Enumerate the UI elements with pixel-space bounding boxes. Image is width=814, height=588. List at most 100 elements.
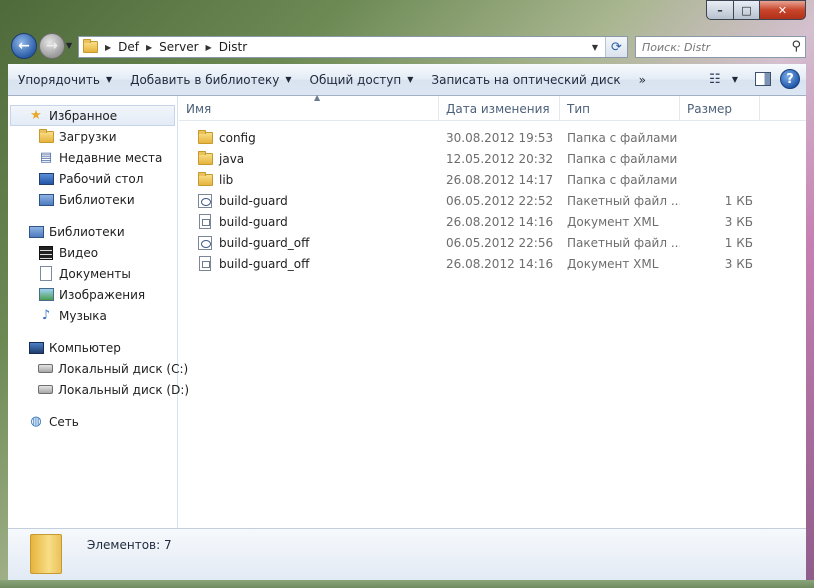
- view-dropdown[interactable]: ▼: [732, 75, 738, 84]
- burn-label: Записать на оптический диск: [431, 72, 621, 87]
- address-bar[interactable]: ▶ Def ▶ Server ▶ Distr ▼ ⟳: [78, 36, 628, 58]
- help-icon: ?: [786, 71, 794, 87]
- sidebar-item-desktop[interactable]: Рабочий стол: [8, 168, 177, 189]
- sidebar-item-documents[interactable]: Документы: [8, 263, 177, 284]
- sidebar-item-label: Загрузки: [59, 129, 117, 144]
- share-button[interactable]: Общий доступ ▼: [300, 64, 422, 95]
- file-type: Папка с файлами: [567, 151, 678, 166]
- window-controls: – □ ✕: [706, 0, 806, 20]
- organize-label: Упорядочить: [18, 72, 100, 87]
- star-icon: ★: [30, 108, 42, 123]
- breadcrumb-separator[interactable]: ▶: [206, 43, 212, 52]
- xml-file-icon: [197, 256, 213, 272]
- library-icon: [38, 192, 54, 208]
- refresh-icon: ⟳: [611, 39, 622, 55]
- table-row[interactable]: build-guard 26.08.2012 14:16 Документ XM…: [179, 211, 806, 232]
- column-header-date[interactable]: Дата изменения: [439, 96, 560, 121]
- breadcrumb-separator[interactable]: ▶: [146, 43, 152, 52]
- sidebar-item-libraries-link[interactable]: Библиотеки: [8, 189, 177, 210]
- sidebar-item-downloads[interactable]: Загрузки: [8, 126, 177, 147]
- hard-disk-icon: [38, 382, 53, 398]
- table-row[interactable]: build-guard_off 06.05.2012 22:56 Пакетны…: [179, 232, 806, 253]
- column-header-name[interactable]: Имя: [179, 96, 439, 121]
- minimize-button[interactable]: –: [706, 0, 734, 20]
- file-name: config: [219, 130, 256, 145]
- sidebar-item-network[interactable]: ◍ Сеть: [8, 411, 177, 432]
- burn-button[interactable]: Записать на оптический диск: [421, 64, 628, 95]
- chevron-down-icon: ▼: [285, 75, 292, 84]
- file-size: 3 КБ: [724, 214, 753, 229]
- navigation-pane: ★ Избранное Загрузки ▤ Недавние места Ра…: [8, 96, 189, 528]
- breadcrumb-separator[interactable]: ▶: [105, 43, 111, 52]
- sidebar-item-label: Локальный диск (C:): [58, 361, 189, 376]
- pictures-icon: [38, 287, 54, 303]
- search-icon[interactable]: ⚲: [791, 39, 801, 54]
- table-row[interactable]: config 30.08.2012 19:53 Папка с файлами: [179, 127, 806, 148]
- more-commands-button[interactable]: »: [629, 73, 656, 87]
- sidebar-item-recent[interactable]: ▤ Недавние места: [8, 147, 177, 168]
- video-icon: [38, 245, 54, 261]
- table-row[interactable]: java 12.05.2012 20:32 Папка с файлами: [179, 148, 806, 169]
- navigation-bar: ← → ▼ ▶ Def ▶ Server ▶ Distr ▼ ⟳ ⚲: [8, 30, 806, 60]
- sidebar-item-libraries[interactable]: Библиотеки: [8, 221, 177, 242]
- batch-file-icon: [197, 193, 213, 209]
- sidebar-item-label: Сеть: [49, 414, 79, 429]
- preview-pane-icon: [755, 72, 771, 86]
- organize-button[interactable]: Упорядочить ▼: [8, 64, 120, 95]
- column-headers: ▲ Имя Дата изменения Тип Размер: [179, 93, 806, 121]
- sidebar-item-label: Видео: [59, 245, 99, 260]
- breadcrumb-def[interactable]: Def: [118, 40, 139, 54]
- documents-icon: [38, 266, 54, 282]
- file-type: Папка с файлами: [567, 172, 678, 187]
- search-box[interactable]: ⚲: [635, 36, 806, 58]
- forward-button[interactable]: →: [39, 33, 65, 59]
- file-name: lib: [219, 172, 234, 187]
- refresh-button[interactable]: ⟳: [605, 37, 627, 57]
- sidebar-item-label: Рабочий стол: [59, 171, 144, 186]
- recent-pages-dropdown[interactable]: ▼: [66, 41, 72, 50]
- table-row[interactable]: lib 26.08.2012 14:17 Папка с файлами: [179, 169, 806, 190]
- file-name: build-guard: [219, 214, 288, 229]
- folder-icon: [197, 171, 213, 188]
- table-row[interactable]: build-guard 06.05.2012 22:52 Пакетный фа…: [179, 190, 806, 211]
- file-date: 26.08.2012 14:17: [446, 172, 554, 187]
- help-button[interactable]: ?: [780, 69, 800, 89]
- maximize-button[interactable]: □: [734, 0, 760, 20]
- file-date: 30.08.2012 19:53: [446, 130, 554, 145]
- file-rows: config 30.08.2012 19:53 Папка с файлами …: [179, 121, 806, 274]
- file-name: java: [219, 151, 245, 166]
- xml-file-icon: [197, 214, 213, 230]
- breadcrumb-distr[interactable]: Distr: [219, 40, 247, 54]
- recent-places-icon: ▤: [39, 150, 53, 165]
- sidebar-item-label: Локальный диск (D:): [58, 382, 190, 397]
- chevron-down-icon: ▼: [407, 75, 414, 84]
- breadcrumb-server[interactable]: Server: [159, 40, 198, 54]
- sidebar-item-images[interactable]: Изображения: [8, 284, 177, 305]
- table-row[interactable]: build-guard_off 26.08.2012 14:16 Докумен…: [179, 253, 806, 274]
- column-header-size[interactable]: Размер: [680, 96, 760, 121]
- column-header-type[interactable]: Тип: [560, 96, 680, 121]
- sidebar-item-disk-c[interactable]: Локальный диск (C:): [8, 358, 188, 379]
- details-pane: Элементов: 7: [8, 528, 806, 580]
- search-input[interactable]: [642, 40, 782, 54]
- preview-pane-button[interactable]: [752, 68, 774, 90]
- chevron-down-icon: ▼: [105, 75, 113, 84]
- file-type: Документ XML: [567, 214, 659, 229]
- add-to-library-button[interactable]: Добавить в библиотеку ▼: [120, 64, 299, 95]
- change-view-button[interactable]: ☷: [704, 68, 726, 90]
- sidebar-item-video[interactable]: Видео: [8, 242, 177, 263]
- folder-icon: [83, 39, 98, 53]
- address-dropdown[interactable]: ▼: [587, 37, 603, 57]
- command-bar: Упорядочить ▼ Добавить в библиотеку ▼ Общи…: [8, 64, 806, 96]
- sidebar-item-computer[interactable]: Компьютер: [8, 337, 177, 358]
- library-icon: [28, 224, 44, 240]
- sidebar-item-music[interactable]: ♪ Музыка: [8, 305, 177, 326]
- file-size: 1 КБ: [724, 235, 753, 250]
- sidebar-item-label: Компьютер: [49, 340, 121, 355]
- sidebar-item-favorites[interactable]: ★ Избранное: [10, 105, 175, 126]
- close-button[interactable]: ✕: [760, 0, 806, 20]
- file-type: Пакетный файл ...: [567, 235, 680, 250]
- file-date: 06.05.2012 22:52: [446, 193, 554, 208]
- back-button[interactable]: ←: [11, 33, 37, 59]
- sidebar-item-disk-d[interactable]: Локальный диск (D:): [8, 379, 189, 400]
